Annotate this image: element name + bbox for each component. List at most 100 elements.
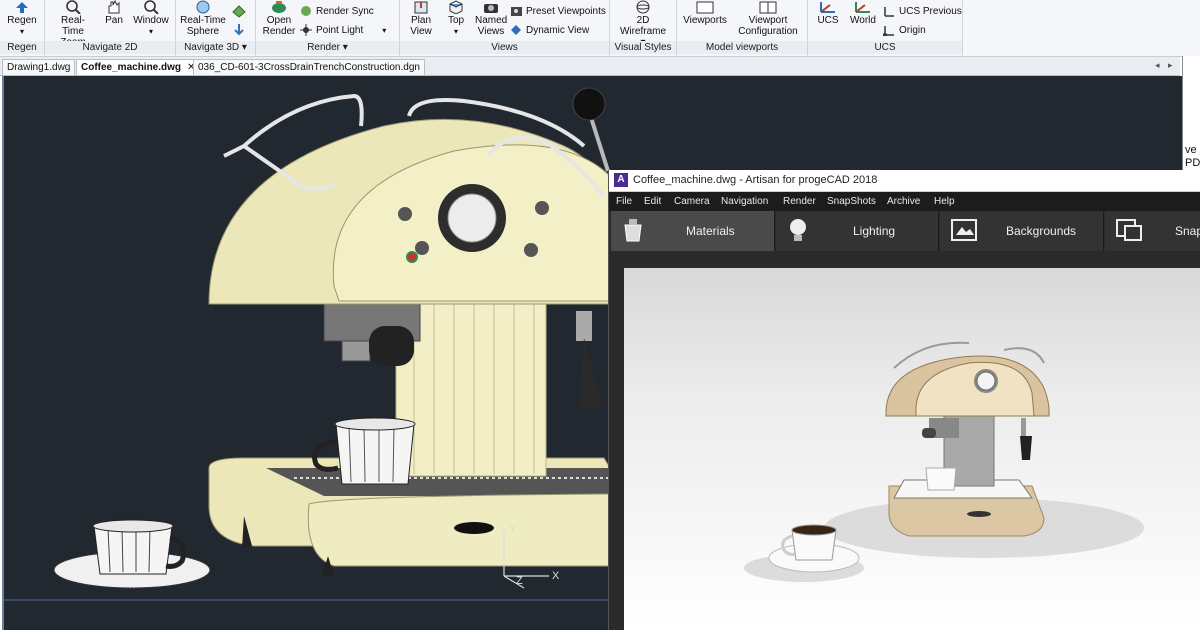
world-axes-icon [855,2,870,13]
render-preview[interactable] [624,268,1200,630]
render-coffee [791,524,837,536]
render-steam-wand [1021,418,1026,438]
dynamic-view-button[interactable]: Dynamic View [510,24,589,36]
tab-cross-drain-label: 036_CD-601-3CrossDrainTrenchConstruction… [198,62,420,73]
hand-pan-icon [108,0,120,14]
regen-icon [16,2,28,13]
menu-file[interactable]: File [616,192,632,211]
dynamic-view-label: Dynamic View [526,24,590,36]
artisan-tool-tabs: Materials Lighting Backgrounds Snap [609,211,1200,251]
tab-cross-drain[interactable]: 036_CD-601-3CrossDrainTrenchConstruction… [193,59,425,75]
cup-on-tray [335,423,415,485]
preset-viewpoints-button[interactable]: Preset Viewpoints [510,5,606,17]
coffee-machine-wireframe-model: Y X Z [4,87,610,601]
portafilter-handle [369,326,414,366]
top-view-button[interactable]: Top ▾ [440,0,472,37]
render-base-slot [967,511,991,517]
viewport-configuration-label: Viewport Configuration [738,15,798,37]
realtime-sphere-label: Real-Time Sphere [180,15,226,37]
point-light-icon [300,24,312,36]
viewports-label: Viewports [683,15,727,26]
cube-top-icon [449,0,463,14]
point-light-button[interactable]: Point Light ▾ [300,24,386,36]
artisan-window: A Coffee_machine.dwg - Artisan for proge… [608,170,1200,630]
visual-styles-panel: 2D Wireframe ▾ Visual Styles [610,0,677,56]
window-label: Window [133,15,169,26]
plan-view-icon [414,1,428,14]
pan-button[interactable]: Pan [99,0,129,26]
menu-snapshots[interactable]: SnapShots [827,192,876,211]
portafilter [341,340,371,362]
ucs-y-label: Y [509,523,517,535]
menu-navigation[interactable]: Navigation [721,192,768,211]
menu-render[interactable]: Render [783,192,816,211]
tab-coffee-machine[interactable]: Coffee_machine.dwg ✕ [76,59,201,75]
tab-backgrounds[interactable]: Backgrounds [940,211,1104,251]
menu-camera[interactable]: Camera [674,192,710,211]
snapshot-icon [1116,219,1142,241]
regen-label: Regen [7,15,37,26]
named-views-button[interactable]: Named Views [473,0,509,37]
viewports-icon [696,1,714,14]
open-render-button[interactable]: Open Render [259,0,299,37]
background-image-icon [951,219,977,241]
tab-snapshots-label: Snap [1175,224,1200,238]
pan-label: Pan [105,15,123,26]
viewport-configuration-button[interactable]: Viewport Configuration [731,0,805,37]
base-slot [454,522,494,534]
document-tab-bar: Drawing1.dwg Coffee_machine.dwg ✕ 036_CD-… [0,57,1180,76]
artisan-menu-bar: File Edit Camera Navigation Render SnapS… [609,192,1200,211]
plan-view-button[interactable]: Plan View [404,0,438,37]
navigate2d-panel: Real-Time Zoom Pan Window▾ Navigate 2D [45,0,176,56]
steam-wand [576,311,592,341]
render-sync-button[interactable]: Render Sync [300,5,374,17]
artisan-window-title: Coffee_machine.dwg - Artisan for progeCA… [633,174,878,186]
world-ucs-button[interactable]: World [846,0,880,26]
tab-materials[interactable]: Materials [611,211,775,251]
ucs-label: UCS [817,15,839,26]
tab-coffee-machine-label: Coffee_machine.dwg [81,62,182,73]
regen-button[interactable]: Regen ▾ [3,0,41,37]
tab-scroll-left-icon[interactable]: ◂ [1155,60,1160,71]
realtime-sphere-button[interactable]: Real-Time Sphere [179,0,227,37]
camera-icon [484,4,498,13]
tab-snapshots[interactable]: Snap [1105,211,1200,251]
ucs-previous-icon [884,7,894,17]
teapot-render-icon [272,1,286,13]
menu-edit[interactable]: Edit [644,192,661,211]
tab-lighting[interactable]: Lighting [776,211,939,251]
ucs-button[interactable]: UCS [813,0,843,26]
visual-styles-panel-title: Visual Styles [610,41,676,54]
ucs-origin-button[interactable]: Origin [883,24,926,36]
background-window-text-2: PD [1185,157,1200,169]
cup-left [93,525,173,575]
artisan-title-bar[interactable]: A Coffee_machine.dwg - Artisan for proge… [609,170,1200,192]
viewports-button[interactable]: Viewports [680,0,730,26]
menu-archive[interactable]: Archive [887,192,920,211]
walk-icon[interactable] [231,22,247,36]
rendered-coffee-machine [744,341,1144,582]
render-panel-title: Render ▾ [256,41,399,54]
model-viewports-panel: Viewports Viewport Configuration Model v… [677,0,808,56]
model-viewports-panel-title: Model viewports [677,41,807,54]
named-views-label: Named Views [475,15,508,37]
open-render-label: Open Render [262,15,296,37]
zoom-window-icon [144,0,159,14]
render-title-text: Render [307,42,340,53]
ucs-panel-title: UCS [808,41,962,54]
ucs-previous-button[interactable]: UCS Previous [883,5,962,17]
lever-knob [572,87,606,121]
render-steam-handle [1020,436,1032,460]
regen-panel: Regen ▾ Regen [0,0,45,56]
tab-scroll-right-icon[interactable]: ▸ [1168,60,1173,71]
knob-1 [398,207,412,221]
point-light-dropdown-icon[interactable]: ▾ [382,26,386,35]
ucs-axes-icon [820,2,835,13]
wireframe-icon [636,0,650,14]
world-label: World [850,15,876,26]
point-light-label: Point Light [316,24,364,36]
tab-drawing1[interactable]: Drawing1.dwg [2,59,76,75]
orbit-icon[interactable] [231,4,247,18]
zoom-window-button[interactable]: Window ▾ [131,0,171,37]
menu-help[interactable]: Help [934,192,955,211]
